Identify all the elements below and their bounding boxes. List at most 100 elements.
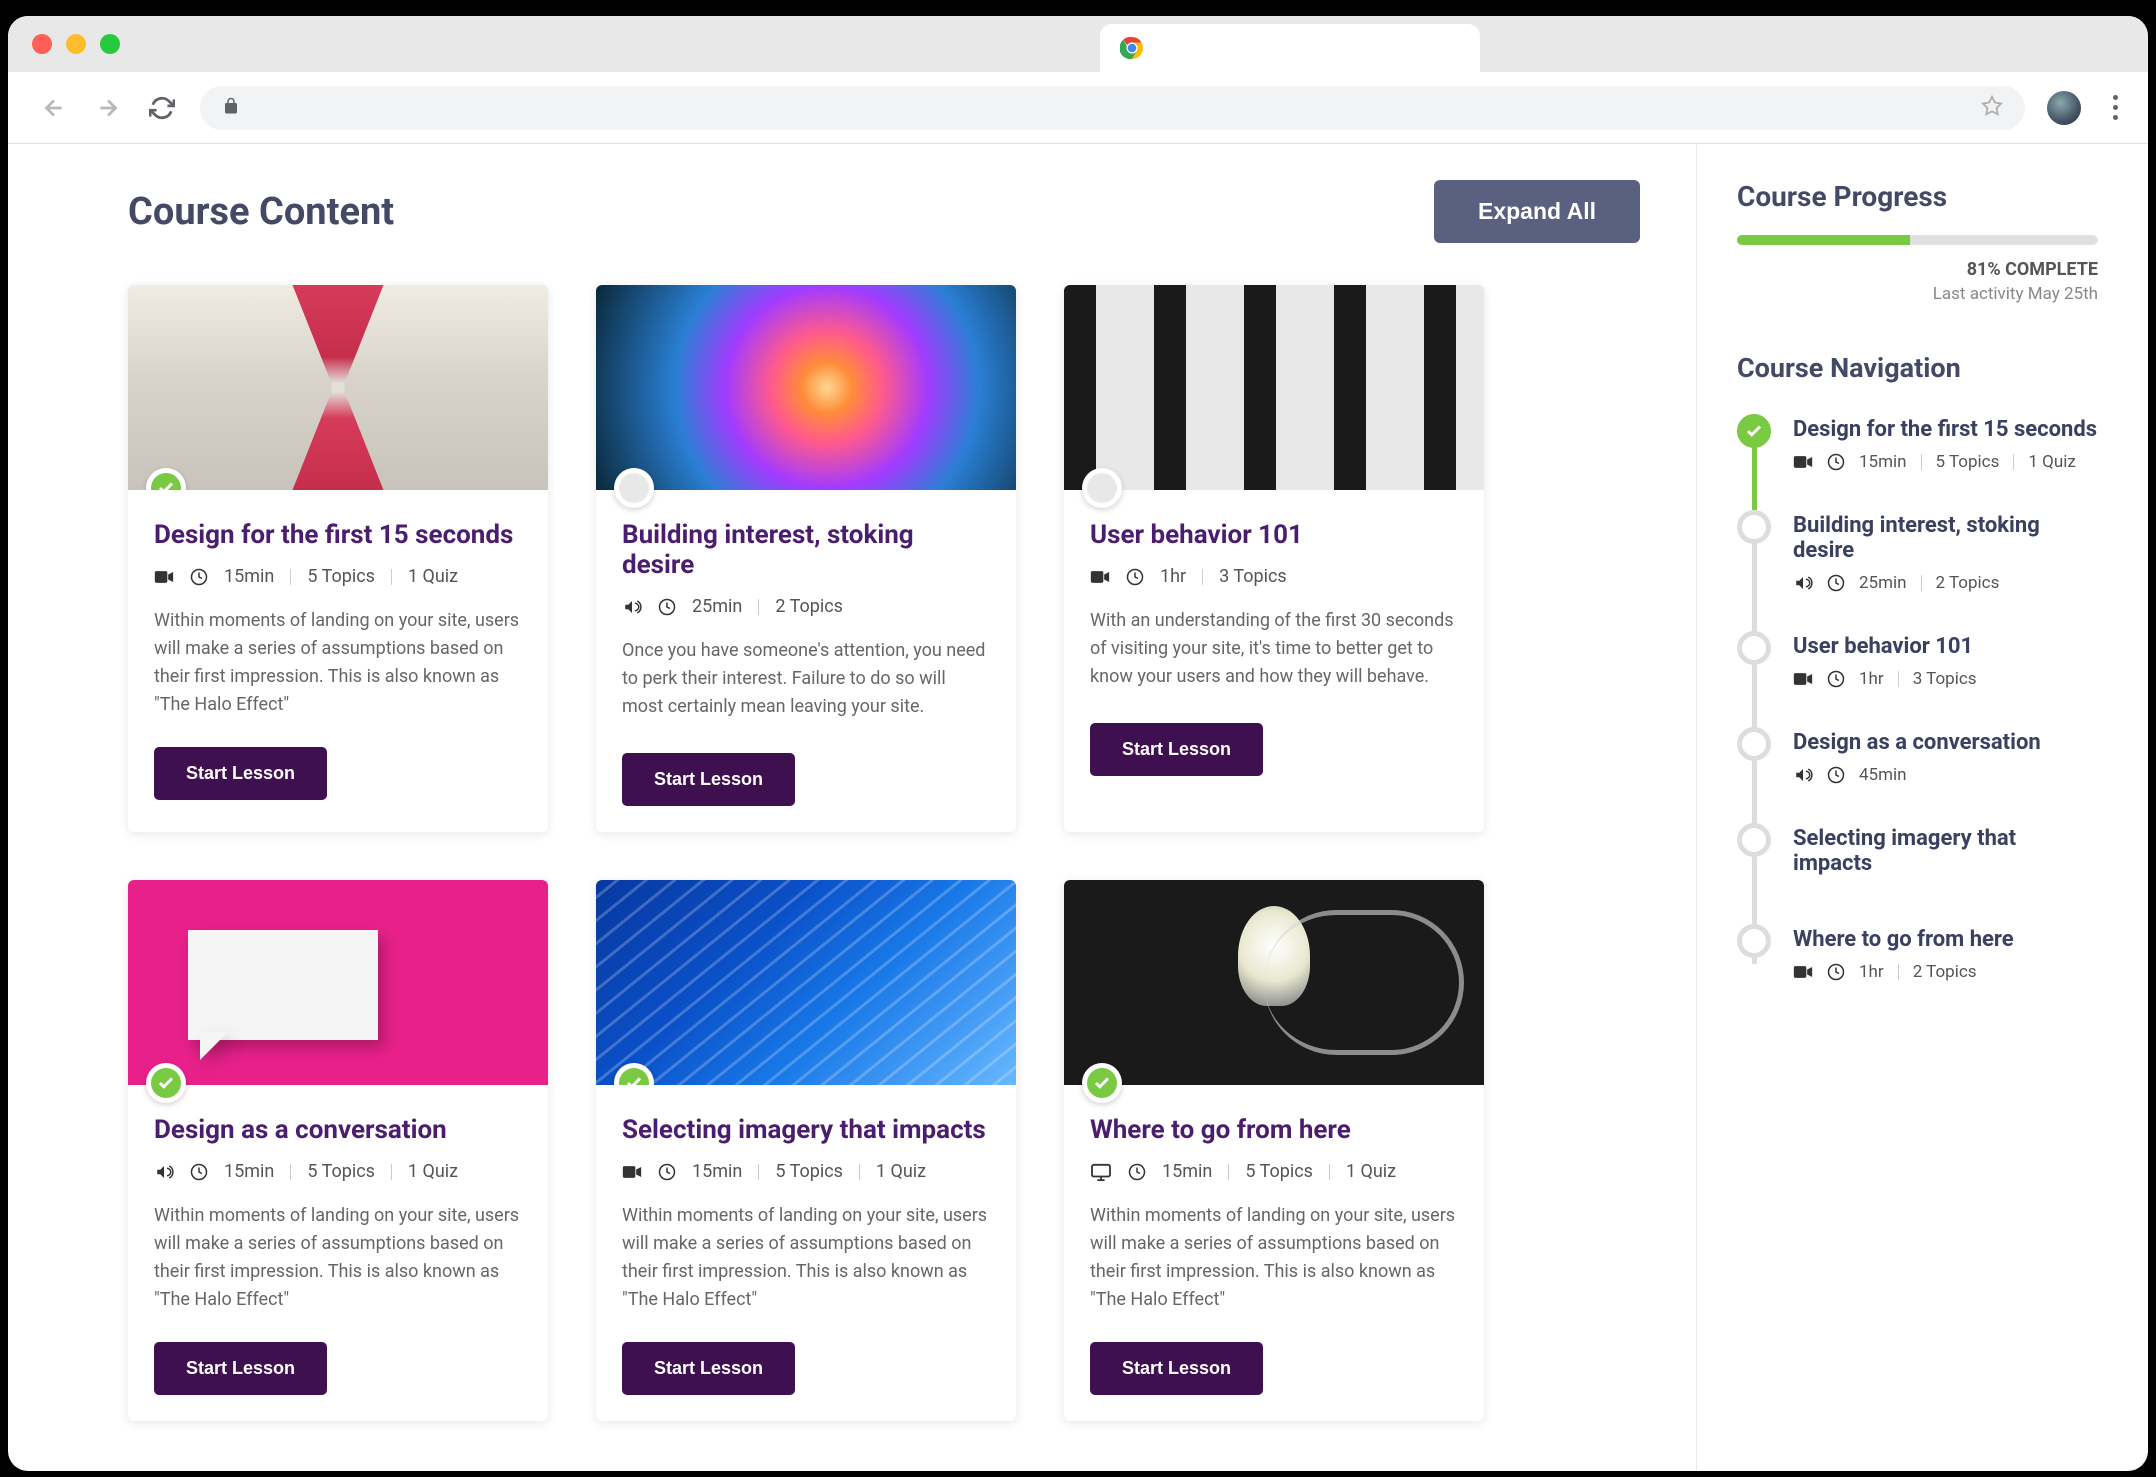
check-icon [619,1068,649,1085]
card-meta: 15min 5 Topics 1 Quiz [154,1161,522,1182]
progress-last-activity: Last activity May 25th [1737,284,2098,304]
card-duration: 15min [224,566,274,587]
card-thumbnail [128,285,548,490]
card-duration: 25min [692,596,742,617]
card-body: Selecting imagery that impacts15min5 Top… [596,1085,1016,1421]
card-body: Where to go from here15min5 Topics1 Quiz… [1064,1085,1484,1421]
course-card[interactable]: Selecting imagery that impacts15min5 Top… [596,880,1016,1421]
card-meta: 15min5 Topics1 Quiz [1090,1161,1458,1182]
forward-button[interactable] [92,92,124,124]
nav-item[interactable]: Design for the first 15 seconds15min5 To… [1737,414,2098,472]
card-topics: 3 Topics [1219,566,1287,587]
card-duration: 15min [224,1161,274,1182]
status-badge [146,468,186,490]
course-card[interactable]: User behavior 1011hr3 TopicsWith an unde… [1064,285,1484,832]
back-button[interactable] [38,92,70,124]
maximize-window-button[interactable] [100,34,120,54]
nav-item[interactable]: Building interest, stoking desire25min2 … [1737,510,2098,593]
card-body: User behavior 1011hr3 TopicsWith an unde… [1064,490,1484,802]
start-lesson-button[interactable]: Start Lesson [1090,1342,1263,1395]
course-card[interactable]: Design for the first 15 seconds15min5 To… [128,285,548,832]
card-thumbnail [1064,880,1484,1085]
chrome-icon [1120,36,1144,60]
video-icon [1793,454,1813,470]
card-quiz: 1 Quiz [876,1161,926,1182]
clock-icon [658,598,676,616]
video-icon [1090,569,1110,585]
course-card[interactable]: Design as a conversation15min5 Topics1 Q… [128,880,548,1421]
audio-icon [154,1163,174,1181]
address-bar[interactable] [200,86,2025,130]
course-card[interactable]: Building interest, stoking desire25min2 … [596,285,1016,832]
audio-icon [1793,574,1813,592]
course-navigation-list: Design for the first 15 seconds15min5 To… [1737,414,2098,982]
clock-icon [1827,766,1845,784]
nav-bullet-done [1737,414,1771,448]
nav-item[interactable]: Design as a conversation45min [1737,727,2098,785]
titlebar [8,16,2148,72]
status-badge [614,468,654,508]
close-window-button[interactable] [32,34,52,54]
card-meta: 1hr3 Topics [1090,566,1458,587]
card-meta: 15min5 Topics1 Quiz [622,1161,990,1182]
browser-menu-button[interactable] [2113,95,2118,120]
nav-item-meta: 1hr3 Topics [1793,669,2098,689]
video-icon [1793,964,1813,980]
browser-tab-active[interactable] [1100,24,1480,72]
nav-bullet [1737,631,1771,665]
card-description: Within moments of landing on your site, … [622,1202,990,1314]
minimize-window-button[interactable] [66,34,86,54]
start-lesson-button[interactable]: Start Lesson [622,753,795,806]
card-meta: 15min5 Topics1 Quiz [154,566,522,587]
card-duration: 15min [1162,1161,1212,1182]
clock-icon [1827,670,1845,688]
nav-bullet [1737,727,1771,761]
nav-item-title: User behavior 101 [1793,634,2098,659]
course-card[interactable]: Where to go from here15min5 Topics1 Quiz… [1064,880,1484,1421]
status-empty-icon [1087,473,1117,503]
bookmark-star-icon[interactable] [1981,95,2003,121]
nav-item-duration: 1hr [1859,669,1884,689]
nav-item-duration: 45min [1859,765,1907,785]
check-icon [151,1068,181,1098]
nav-item-duration: 25min [1859,573,1907,593]
nav-item-meta: 45min [1793,765,2098,785]
course-navigation-title: Course Navigation [1737,352,2098,384]
card-body: Design as a conversation15min5 Topics1 Q… [128,1085,548,1421]
start-lesson-button[interactable]: Start Lesson [154,747,327,800]
nav-item-meta: 25min 2 Topics [1793,573,2098,593]
nav-item[interactable]: User behavior 101 1hr3 Topics [1737,631,2098,689]
tab-strip [120,16,2124,72]
reload-button[interactable] [146,92,178,124]
start-lesson-button[interactable]: Start Lesson [622,1342,795,1395]
nav-item-topics: 2 Topics [1936,573,2000,593]
start-lesson-button[interactable]: Start Lesson [1090,723,1263,776]
nav-item-duration: 15min [1859,452,1907,472]
audio-icon [622,598,642,616]
clock-icon [1827,963,1845,981]
page-title: Course Content [128,190,394,234]
clock-icon [1126,568,1144,586]
progress-fill [1737,235,1910,245]
start-lesson-button[interactable]: Start Lesson [154,1342,327,1395]
card-topics: 5 Topics [775,1161,843,1182]
nav-item-body: Selecting imagery that impacts [1793,823,2098,886]
browser-toolbar [8,72,2148,144]
card-meta: 25min 2 Topics [622,596,990,617]
nav-item[interactable]: Where to go from here1hr2 Topics [1737,924,2098,982]
status-badge [1082,468,1122,508]
nav-item[interactable]: Selecting imagery that impacts [1737,823,2098,886]
card-quiz: 1 Quiz [408,1161,458,1182]
progress-bar [1737,235,2098,245]
clock-icon [1128,1163,1146,1181]
video-icon [1793,671,1813,687]
card-topics: 5 Topics [1245,1161,1313,1182]
status-badge [146,1063,186,1103]
profile-avatar[interactable] [2047,91,2081,125]
page-content: Course Content Expand All Design for the… [8,144,2148,1471]
expand-all-button[interactable]: Expand All [1434,180,1640,243]
card-thumbnail [596,285,1016,490]
card-topics: 5 Topics [307,1161,375,1182]
card-topics: 2 Topics [775,596,843,617]
card-thumbnail [596,880,1016,1085]
